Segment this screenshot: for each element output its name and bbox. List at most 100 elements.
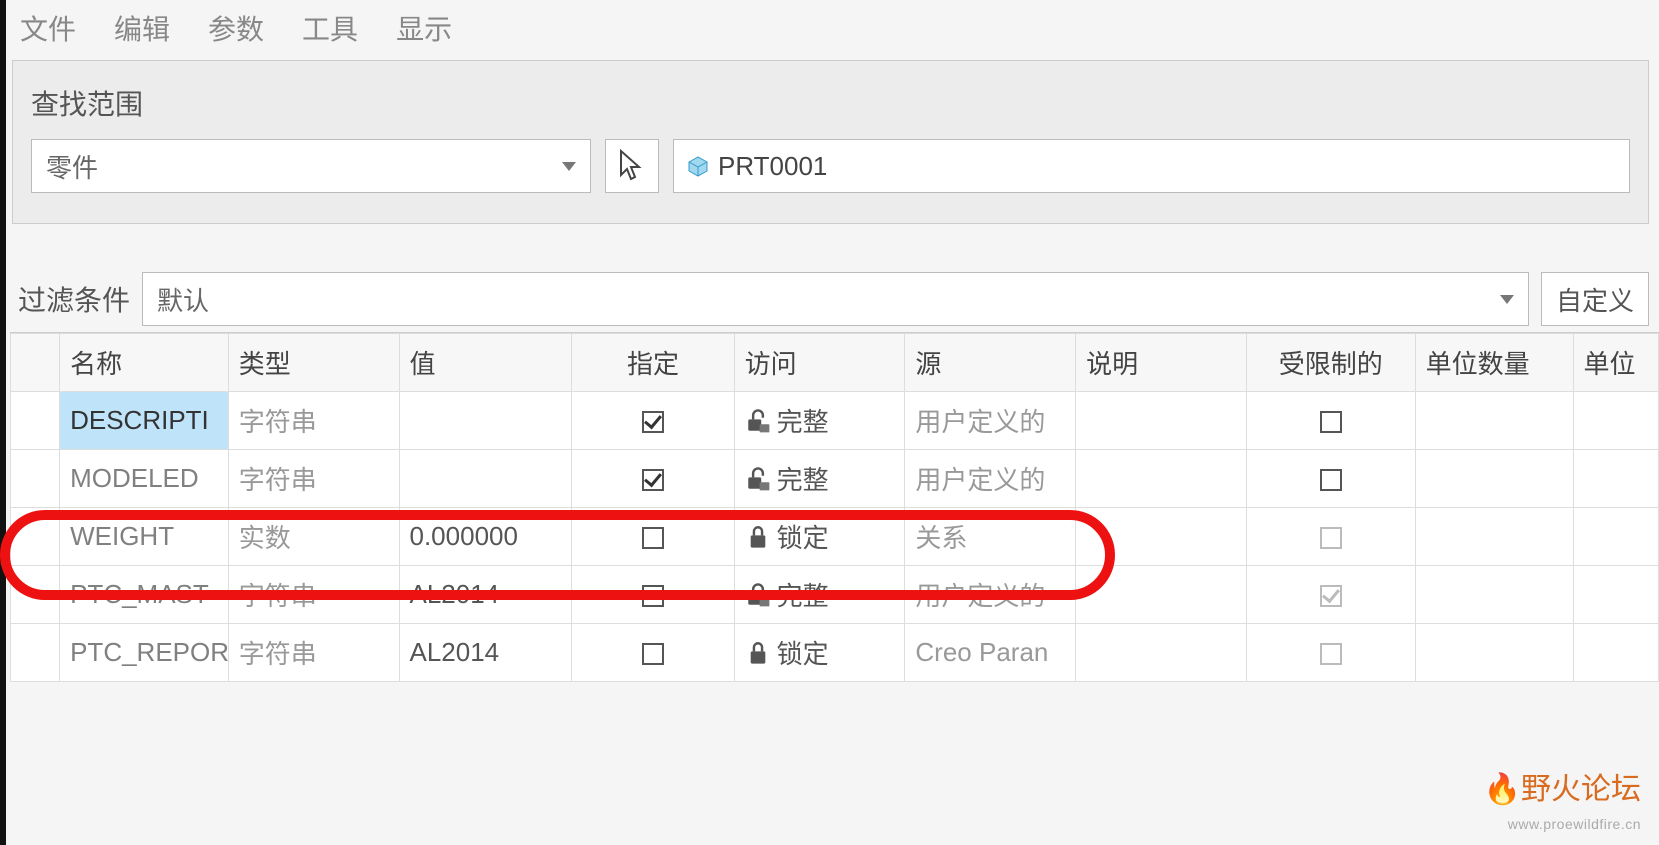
table-row[interactable]: PTC_MAST字符串AL2014 完整 用户定义的 — [11, 566, 1659, 624]
cell-value[interactable] — [399, 392, 572, 450]
row-handle[interactable] — [11, 566, 60, 624]
cell-unit[interactable] — [1573, 450, 1658, 508]
col-access[interactable]: 访问 — [734, 334, 905, 392]
chevron-down-icon — [562, 162, 576, 171]
col-desc[interactable]: 说明 — [1076, 334, 1247, 392]
cell-type[interactable]: 实数 — [228, 508, 399, 566]
cell-value[interactable] — [399, 450, 572, 508]
spec-checkbox[interactable] — [642, 411, 664, 433]
cell-type[interactable]: 字符串 — [228, 392, 399, 450]
restricted-checkbox[interactable] — [1320, 411, 1342, 433]
scope-type-dropdown[interactable]: 零件 — [31, 139, 591, 193]
access-text: 完整 — [777, 460, 829, 497]
cell-unit[interactable] — [1573, 508, 1658, 566]
scope-label: 查找范围 — [31, 83, 1630, 123]
cell-source[interactable]: 用户定义的 — [905, 450, 1076, 508]
cell-access[interactable]: 完整 — [734, 450, 905, 508]
cell-unit[interactable] — [1573, 392, 1658, 450]
unlocked-lock-icon — [745, 466, 771, 492]
menu-tools[interactable]: 工具 — [302, 8, 358, 48]
watermark-brand: 野火论坛 — [1521, 773, 1641, 806]
cell-desc[interactable] — [1076, 508, 1247, 566]
cell-source[interactable]: 用户定义的 — [905, 392, 1076, 450]
cell-qty[interactable] — [1415, 450, 1573, 508]
cell-restricted — [1246, 392, 1415, 450]
cursor-icon — [617, 149, 647, 183]
cell-qty[interactable] — [1415, 508, 1573, 566]
cell-name[interactable]: MODELED — [60, 450, 229, 508]
cell-restricted — [1246, 624, 1415, 682]
spec-checkbox[interactable] — [642, 585, 664, 607]
cell-name[interactable]: PTC_MAST — [60, 566, 229, 624]
table-row[interactable]: DESCRIPTI字符串 完整用户定义的 — [11, 392, 1659, 450]
cell-name[interactable]: WEIGHT — [60, 508, 229, 566]
restricted-checkbox[interactable] — [1320, 469, 1342, 491]
col-spec[interactable]: 指定 — [572, 334, 734, 392]
cell-desc[interactable] — [1076, 566, 1247, 624]
col-type[interactable]: 类型 — [228, 334, 399, 392]
table-header-row: 名称 类型 值 指定 访问 源 说明 受限制的 单位数量 单位 — [11, 334, 1659, 392]
watermark-url: www.proewildfire.cn — [1508, 816, 1641, 832]
cell-name[interactable]: PTC_REPOR — [60, 624, 229, 682]
cell-source[interactable]: 关系 — [905, 508, 1076, 566]
cell-value[interactable]: AL2014 — [399, 566, 572, 624]
table-row[interactable]: MODELED字符串 完整 用户定义的 — [11, 450, 1659, 508]
col-unit[interactable]: 单位 — [1573, 334, 1658, 392]
row-handle[interactable] — [11, 450, 60, 508]
col-source[interactable]: 源 — [905, 334, 1076, 392]
cell-access[interactable]: 完整 — [734, 392, 905, 450]
col-qty[interactable]: 单位数量 — [1415, 334, 1573, 392]
cell-spec — [572, 508, 734, 566]
col-name[interactable]: 名称 — [60, 334, 229, 392]
menu-file[interactable]: 文件 — [20, 8, 76, 48]
table-row[interactable]: WEIGHT实数0.000000 锁定 关系 — [11, 508, 1659, 566]
pick-selector-button[interactable] — [605, 139, 659, 193]
menu-edit[interactable]: 编辑 — [114, 8, 170, 48]
cell-type[interactable]: 字符串 — [228, 450, 399, 508]
table-row[interactable]: PTC_REPOR字符串AL2014 锁定Creo Paran — [11, 624, 1659, 682]
part-cube-icon — [686, 154, 710, 178]
cell-qty[interactable] — [1415, 624, 1573, 682]
menu-display[interactable]: 显示 — [396, 8, 452, 48]
row-handle[interactable] — [11, 392, 60, 450]
cell-access[interactable]: 完整 — [734, 566, 905, 624]
cell-spec — [572, 392, 734, 450]
cell-restricted — [1246, 508, 1415, 566]
spec-checkbox[interactable] — [642, 643, 664, 665]
cell-type[interactable]: 字符串 — [228, 566, 399, 624]
col-value[interactable]: 值 — [399, 334, 572, 392]
cell-type[interactable]: 字符串 — [228, 624, 399, 682]
scope-type-value: 零件 — [46, 148, 98, 185]
cell-value[interactable]: 0.000000 — [399, 508, 572, 566]
cell-source[interactable]: Creo Paran — [905, 624, 1076, 682]
cell-unit[interactable] — [1573, 566, 1658, 624]
menu-params[interactable]: 参数 — [208, 8, 264, 48]
cell-access[interactable]: 锁定 — [734, 508, 905, 566]
access-text: 完整 — [777, 576, 829, 613]
col-handle — [11, 334, 60, 392]
cell-name[interactable]: DESCRIPTI — [60, 392, 229, 450]
cell-access[interactable]: 锁定 — [734, 624, 905, 682]
cell-spec — [572, 450, 734, 508]
cell-spec — [572, 624, 734, 682]
cell-desc[interactable] — [1076, 450, 1247, 508]
customize-button[interactable]: 自定义 — [1541, 272, 1649, 326]
unlocked-lock-icon — [745, 408, 771, 434]
col-restricted[interactable]: 受限制的 — [1246, 334, 1415, 392]
part-name-field[interactable]: PRT0001 — [673, 139, 1630, 193]
cell-desc[interactable] — [1076, 624, 1247, 682]
row-handle[interactable] — [11, 624, 60, 682]
cell-unit[interactable] — [1573, 624, 1658, 682]
row-handle[interactable] — [11, 508, 60, 566]
spec-checkbox[interactable] — [642, 469, 664, 491]
cell-value[interactable]: AL2014 — [399, 624, 572, 682]
window-left-border — [0, 0, 6, 845]
spec-checkbox[interactable] — [642, 527, 664, 549]
cell-qty[interactable] — [1415, 392, 1573, 450]
cell-desc[interactable] — [1076, 392, 1247, 450]
access-text: 锁定 — [777, 518, 829, 555]
cell-qty[interactable] — [1415, 566, 1573, 624]
filter-dropdown[interactable]: 默认 — [142, 272, 1529, 326]
cell-source[interactable]: 用户定义的 — [905, 566, 1076, 624]
parameter-table: 名称 类型 值 指定 访问 源 说明 受限制的 单位数量 单位 DESCRIPT… — [10, 332, 1659, 682]
